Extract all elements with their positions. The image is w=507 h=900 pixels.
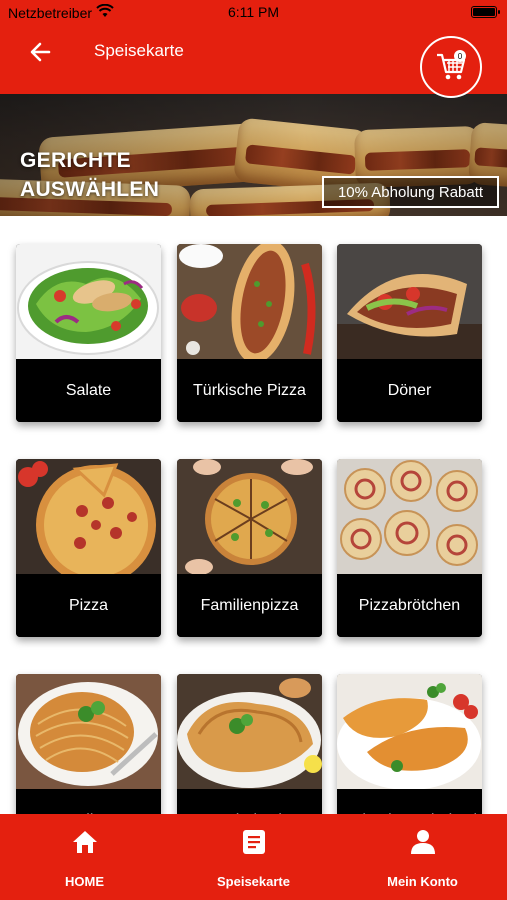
category-card-pizzabroetchen[interactable]: Pizzabrötchen [337, 459, 482, 637]
chicken-schnitzel-image [337, 674, 482, 789]
banner-title-line1: GERICHTE [20, 149, 131, 172]
schnitzel-image [177, 674, 322, 789]
family-pizza-image [177, 459, 322, 574]
category-label: Familienpizza [177, 574, 322, 637]
app-header: Speisekarte 0 [0, 26, 507, 98]
category-card-schnitzel[interactable]: Schnitzel [177, 674, 322, 814]
nav-home[interactable]: HOME [0, 814, 169, 900]
nav-speisekarte[interactable]: Speisekarte [169, 814, 338, 900]
pizza-image [16, 459, 161, 574]
category-label: Salate [16, 359, 161, 422]
account-icon [409, 828, 437, 856]
menu-list-icon [240, 828, 268, 856]
category-card-haehnchenschnitzel[interactable]: Hähnchenschnitzel [337, 674, 482, 814]
nav-label: Mein Konto [387, 874, 458, 889]
category-card-pizza[interactable]: Pizza [16, 459, 161, 637]
category-card-familienpizza[interactable]: Familienpizza [177, 459, 322, 637]
category-label: Pizzabrötchen [337, 574, 482, 637]
spaghetti-image [16, 674, 161, 789]
nav-label: HOME [65, 874, 104, 889]
discount-tag: 10% Abholung Rabatt [322, 176, 499, 208]
nav-label: Speisekarte [217, 874, 290, 889]
category-grid: Salate Türkische Pizza Döner Pizza Famil… [0, 216, 507, 814]
category-label: Teller [16, 789, 161, 814]
battery-icon [471, 6, 500, 18]
category-card-tuerkische-pizza[interactable]: Türkische Pizza [177, 244, 322, 422]
cart-count-badge: 0 [454, 50, 466, 62]
category-label: Hähnchenschnitzel [337, 789, 482, 814]
page-title: Speisekarte [94, 41, 184, 60]
turkish-pizza-image [177, 244, 322, 359]
salad-image [16, 244, 161, 359]
category-label: Pizza [16, 574, 161, 637]
doener-image [337, 244, 482, 359]
status-time: 6:11 PM [227, 4, 280, 20]
back-arrow-icon [30, 42, 51, 62]
back-button[interactable] [26, 38, 54, 66]
nav-mein-konto[interactable]: Mein Konto [338, 814, 507, 900]
bottom-nav: HOME Speisekarte Mein Konto [0, 814, 507, 900]
category-label: Döner [337, 359, 482, 422]
status-bar: Netzbetreiber 6:11 PM [0, 0, 507, 26]
pizza-rolls-image [337, 459, 482, 574]
banner-title: GERICHTE AUSWÄHLEN [20, 146, 159, 204]
hero-banner: GERICHTE AUSWÄHLEN 10% Abholung Rabatt [0, 94, 507, 216]
category-card-doener[interactable]: Döner [337, 244, 482, 422]
home-icon [71, 828, 99, 856]
category-card-teller[interactable]: Teller [16, 674, 161, 814]
category-card-salate[interactable]: Salate [16, 244, 161, 422]
banner-title-line2: AUSWÄHLEN [20, 178, 160, 201]
category-label: Schnitzel [177, 789, 322, 814]
category-label: Türkische Pizza [177, 359, 322, 422]
cart-button[interactable]: 0 [420, 36, 482, 98]
